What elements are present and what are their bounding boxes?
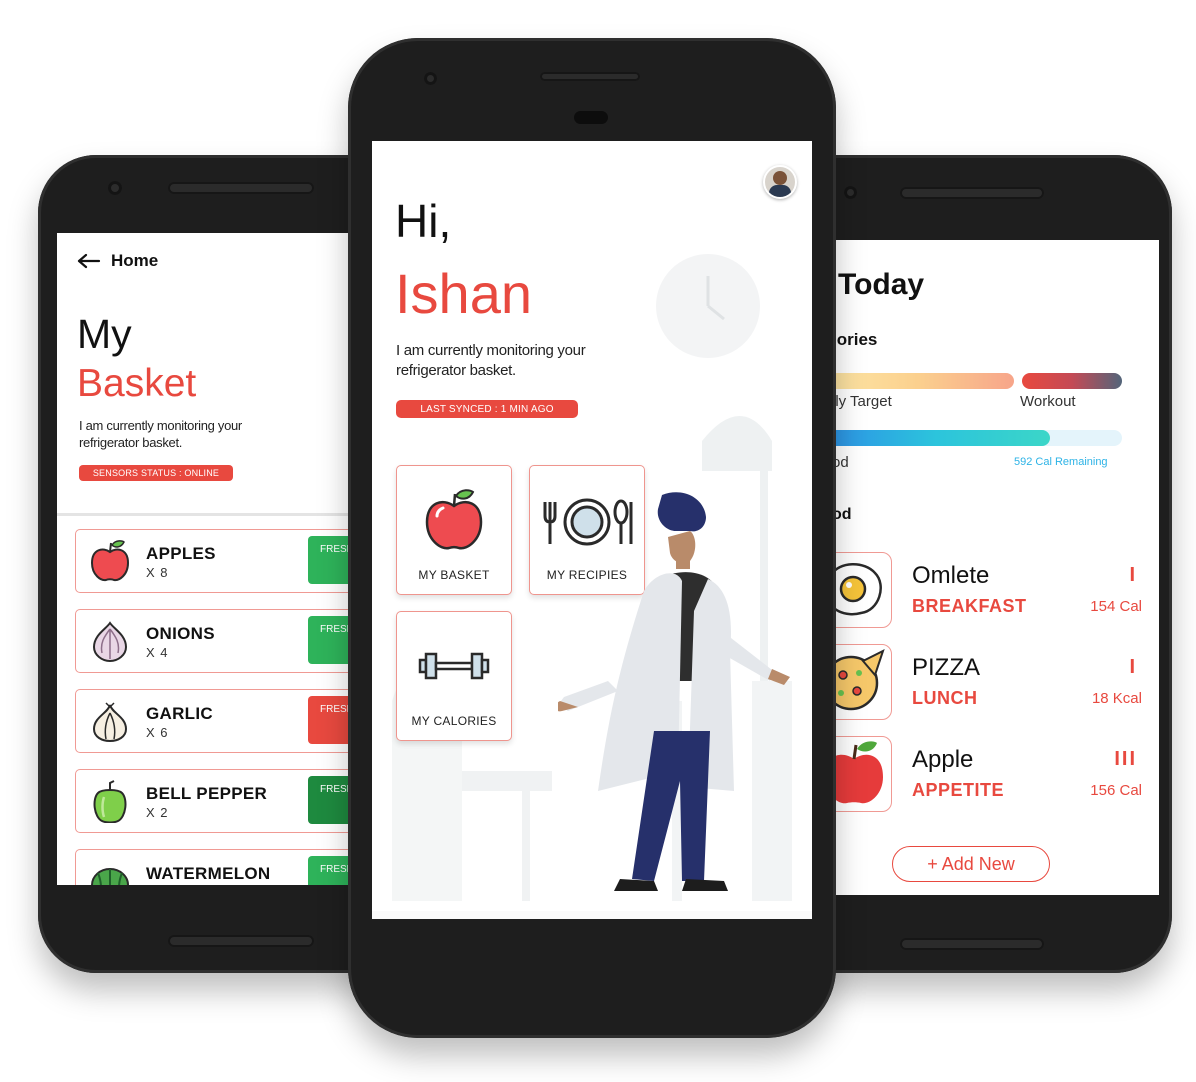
back-label: Home — [111, 251, 159, 270]
calories-heading: lories — [832, 330, 878, 349]
bottom-speaker — [168, 935, 314, 947]
food-entry[interactable]: Omlete BREAKFAST I 154 Cal — [832, 552, 1159, 638]
food-name: PIZZA — [912, 654, 981, 681]
calorie-value: 18 Kcal — [1091, 690, 1142, 707]
intensity-bars: I — [1129, 656, 1137, 678]
greeting: Hi, — [395, 195, 452, 247]
home-screen: Hi, Ishan I am currently monitoring your… — [372, 141, 812, 919]
page-title-line2: Basket — [77, 362, 197, 405]
watermelon-icon — [88, 859, 132, 885]
calorie-value: 156 Cal — [1090, 782, 1142, 799]
garlic-icon — [88, 699, 132, 743]
earpiece-speaker — [540, 72, 640, 81]
food-name: Apple — [912, 746, 974, 773]
calorie-progress-track — [832, 430, 1122, 446]
workout-label: Workout — [1020, 393, 1076, 410]
item-name: BELL PEPPER — [146, 784, 268, 803]
item-name: GARLIC — [146, 704, 213, 723]
meal-label: APPETITE — [912, 780, 1005, 800]
calories-screen: Today lories ily Target Workout od 592 C… — [832, 240, 1159, 895]
fried-egg-icon — [832, 552, 892, 628]
food-name: Omlete — [912, 562, 990, 589]
calorie-value: 154 Cal — [1090, 598, 1142, 615]
basket-screen: Home My Basket I am currently monitoring… — [57, 233, 397, 885]
intensity-bars: III — [1114, 748, 1137, 770]
item-quantity: X 2 — [146, 805, 169, 820]
pizza-icon — [832, 644, 892, 720]
monitor-description: I am currently monitoring your refrigera… — [79, 418, 242, 450]
calorie-progress-fill — [832, 430, 1050, 446]
earpiece-speaker — [900, 187, 1044, 199]
bell-pepper-icon — [88, 779, 132, 824]
intensity-bars: I — [1129, 564, 1137, 586]
user-name: Ishan — [395, 262, 532, 325]
apple-icon — [425, 489, 483, 550]
sensor-status-badge: SENSORS STATUS : ONLINE — [79, 465, 233, 481]
item-quantity: X 6 — [146, 725, 169, 740]
proximity-sensor — [574, 111, 608, 124]
remaining-label: 592 Cal Remaining — [1014, 456, 1108, 468]
page-title-line1: My — [77, 311, 132, 357]
dumbbell-icon — [418, 652, 490, 680]
food-entry[interactable]: Apple APPETITE III 156 Cal — [832, 736, 1159, 822]
item-name: WATERMELON — [146, 864, 271, 883]
workout-bar — [1022, 373, 1122, 389]
daily-target-bar — [832, 373, 1014, 389]
page-title: Today — [838, 268, 925, 301]
back-link[interactable]: Home — [77, 251, 158, 271]
tile-label: MY CALORIES — [411, 714, 497, 728]
doctor-illustration — [558, 492, 790, 891]
monitor-description: I am currently monitoring your refrigera… — [396, 342, 586, 379]
center-phone: Hi, Ishan I am currently monitoring your… — [348, 38, 836, 1038]
daily-target-label: ily Target — [832, 393, 892, 410]
divider — [57, 513, 397, 516]
front-camera — [844, 186, 857, 199]
apple-icon — [88, 539, 132, 583]
arrow-left-icon — [77, 253, 101, 269]
item-quantity: X 4 — [146, 645, 169, 660]
bottom-speaker — [900, 938, 1044, 950]
apple-icon — [832, 736, 892, 812]
food-entry[interactable]: PIZZA LUNCH I 18 Kcal — [832, 644, 1159, 730]
tile-my-basket[interactable]: MY BASKET — [396, 465, 512, 595]
tile-label: MY BASKET — [418, 568, 490, 582]
meal-label: LUNCH — [912, 688, 978, 708]
front-camera — [108, 181, 122, 195]
meal-label: BREAKFAST — [912, 596, 1027, 616]
item-name: APPLES — [146, 544, 216, 563]
onion-icon — [88, 619, 132, 663]
last-synced-badge: LAST SYNCED : 1 MIN AGO — [396, 400, 578, 418]
front-camera — [424, 72, 437, 85]
item-quantity: X 8 — [146, 565, 169, 580]
tile-my-calories[interactable]: MY CALORIES — [396, 611, 512, 741]
earpiece-speaker — [168, 182, 314, 194]
avatar[interactable] — [763, 165, 797, 199]
add-new-button[interactable]: + Add New — [892, 846, 1050, 882]
item-name: ONIONS — [146, 624, 215, 643]
